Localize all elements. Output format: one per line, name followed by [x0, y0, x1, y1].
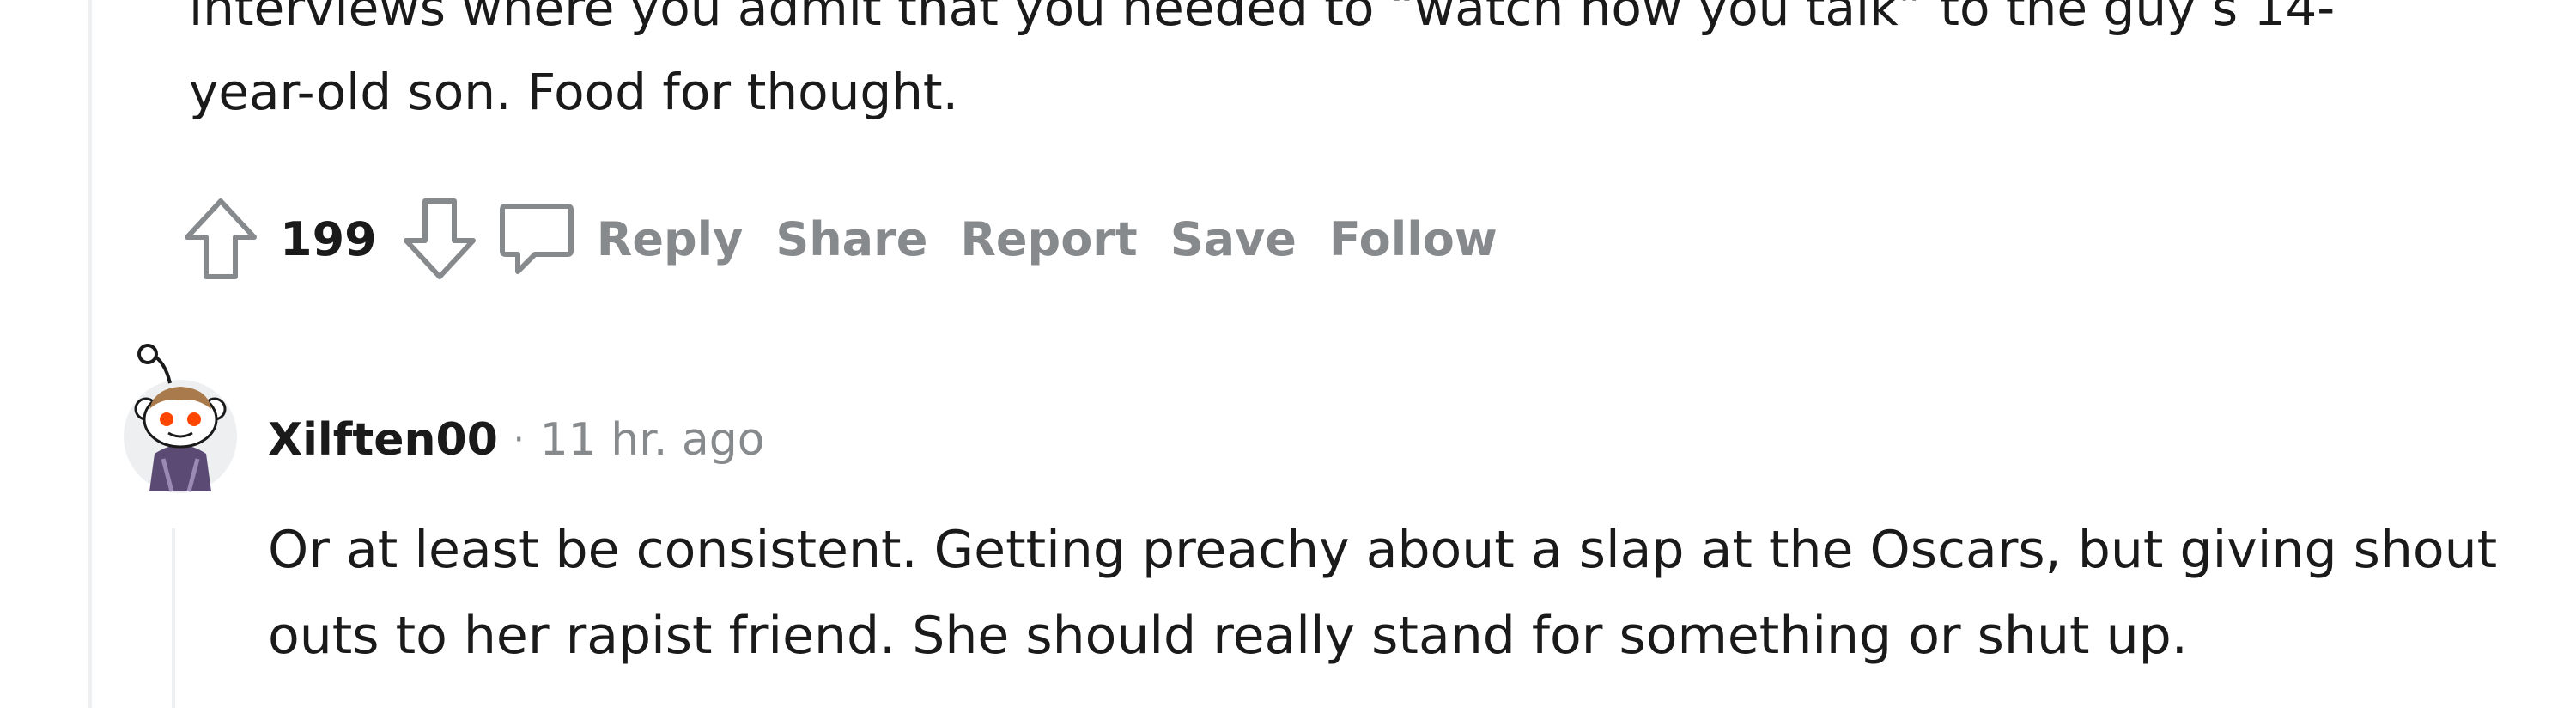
comment-thread: interviews where you admit that you need… — [0, 0, 2576, 708]
downvote-icon[interactable] — [399, 194, 480, 284]
comment-action-bar: 199 Reply Share Report Save Follow — [180, 194, 1506, 284]
comment-body: Or at least be consistent. Getting preac… — [268, 520, 2498, 666]
meta-separator: · — [513, 420, 525, 460]
avatar[interactable] — [120, 344, 240, 498]
previous-comment-body: interviews where you admit that you need… — [189, 0, 2336, 121]
share-button[interactable]: Share — [775, 212, 927, 266]
thread-line-comment[interactable] — [172, 528, 175, 708]
comment-author[interactable]: Xilften00 — [268, 414, 498, 466]
vote-score: 199 — [280, 211, 377, 266]
reply-button[interactable]: Reply — [597, 212, 744, 266]
follow-button[interactable]: Follow — [1329, 212, 1498, 266]
upvote-icon[interactable] — [180, 194, 261, 284]
thread-line-parent[interactable] — [88, 0, 92, 708]
report-button[interactable]: Report — [960, 212, 1137, 266]
save-button[interactable]: Save — [1170, 212, 1297, 266]
comment-bubble-icon[interactable] — [492, 194, 581, 284]
comment-timestamp[interactable]: 11 hr. ago — [540, 414, 765, 466]
comment-meta: Xilften00 · 11 hr. ago — [268, 414, 765, 466]
